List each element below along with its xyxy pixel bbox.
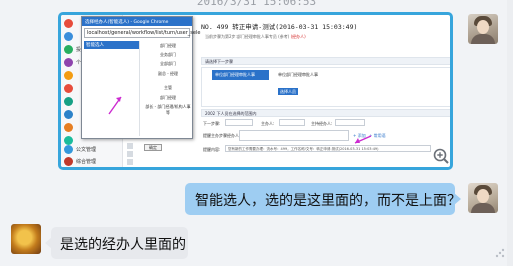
host-field (279, 119, 305, 126)
user-select-popup: 选择经办人(智能选人) - Google Chrome localhost/ge… (81, 16, 200, 151)
nav-dot-icon (64, 109, 73, 119)
workflow-form: NO. 499 转正申请-测试(2016-03-31 15:03:49) 当前步… (195, 15, 450, 167)
common-phrases-link: + 常用语 (369, 133, 386, 138)
avatar-face (477, 20, 489, 34)
form-subtitle: 当前步骤为第2步:部门经理审批人事专员 (参考) (经办人) (205, 34, 306, 40)
nav-dot-icon (64, 31, 73, 41)
step-option: 单位部门经理审批人事 (212, 70, 269, 80)
nav-label: 公文管理 (76, 146, 97, 153)
nav-dot-icon (64, 156, 73, 166)
embedded-screenshot: 投票管理 个人事务 公文管理 综合管理 选择经办人(智能选人) - Google… (61, 15, 450, 167)
avatar-face (477, 189, 489, 203)
avatar[interactable] (11, 224, 41, 254)
co-host-label: 主持经办人: (311, 121, 333, 126)
host-label: 主办人: (261, 121, 275, 126)
choice-item: 副总 - 经理 (158, 71, 178, 76)
step-option-label: 单位部门经理审批人事 (278, 72, 318, 77)
remind-content-field: 您有新的工作需要办理：流水号：499，工作名称/文号：转正申请-测试(2016-… (225, 145, 431, 152)
chat-bubble-outgoing[interactable]: 智能选人，选的是这里面的，而不是上面？ (185, 183, 461, 215)
nav-dot-icon (64, 18, 73, 28)
next-step-label: 下一步骤: (203, 121, 221, 126)
selection-tree: 智能选人 (84, 41, 140, 136)
nav-label: 综合管理 (76, 158, 97, 165)
nav-dot-icon (64, 96, 73, 106)
choice-item: 业务部门 (160, 52, 176, 57)
popup-title: 选择经办人(智能选人) - Google Chrome (82, 17, 192, 26)
avatar-shoulders (471, 34, 495, 44)
nav-dot-icon (64, 122, 73, 132)
confirm-button: 确定 (144, 144, 162, 151)
section-range: 2002 下人员在选择的范围内 (201, 109, 450, 117)
popup-body: 智能选人 部门经理 业务部门 全部部门 副总 - 经理 主管 部门经理 部长 -… (84, 41, 191, 151)
choice-item: 部门经理 (160, 95, 176, 100)
subtitle-text: 当前步骤为第2步:部门经理审批人事专员 (参考) (205, 34, 290, 39)
message-timestamp: 2016/3/31 15:06:53 (196, 0, 317, 8)
subtitle-badge: (经办人) (290, 34, 306, 39)
next-step-field (225, 119, 253, 126)
co-host-field (335, 119, 365, 126)
choice-item: 全部部门 (160, 61, 176, 66)
section-next-step: 请选择下一步骤 (201, 57, 450, 65)
choice-item: 主管 (164, 85, 172, 90)
zoom-in-icon (433, 148, 449, 164)
chat-bubble-incoming[interactable]: 是选的经办人里面的 (45, 227, 188, 259)
avatar-shoulders (471, 203, 495, 213)
choice-list: 部门经理 业务部门 全部部门 副总 - 经理 主管 部门经理 部长 - 部门经理… (142, 41, 190, 136)
nav-item-docs: 公文管理 (64, 143, 122, 155)
remind-label: 提醒主办步骤经办人 (203, 133, 239, 138)
scrollbar[interactable] (507, 0, 513, 266)
nav-dot-icon (64, 83, 73, 93)
avatar[interactable] (468, 14, 498, 44)
nav-dot-icon (64, 144, 73, 154)
avatar[interactable] (468, 183, 498, 213)
popup-url-bar: localhost/general/workflow/list/turn/use… (84, 28, 200, 38)
nav-dot-icon (64, 44, 73, 54)
nav-dot-icon (64, 70, 73, 80)
image-message[interactable]: 投票管理 个人事务 公文管理 综合管理 选择经办人(智能选人) - Google… (58, 12, 453, 170)
add-link: + 添加 (353, 133, 366, 138)
remind-field (239, 130, 349, 141)
step-panel: 单位部门经理审批人事 单位部门经理审批人事 选择人员 (201, 67, 450, 107)
form-title: NO. 499 转正申请-测试(2016-03-31 15:03:49) (201, 23, 358, 31)
toolbar-squares (127, 143, 134, 167)
choice-item: 部门经理 (160, 43, 176, 48)
scroll-grip-icon[interactable] (494, 247, 506, 259)
select-people-button: 选择人员 (278, 88, 298, 95)
nav-dot-icon (64, 57, 73, 67)
choice-item: 部长 - 部门经理/机构人事等 (145, 104, 191, 115)
nav-item-admin: 综合管理 (64, 155, 122, 167)
remind-content-label: 提醒内容: (203, 147, 221, 152)
tree-item-smart-select: 智能选人 (84, 41, 139, 49)
